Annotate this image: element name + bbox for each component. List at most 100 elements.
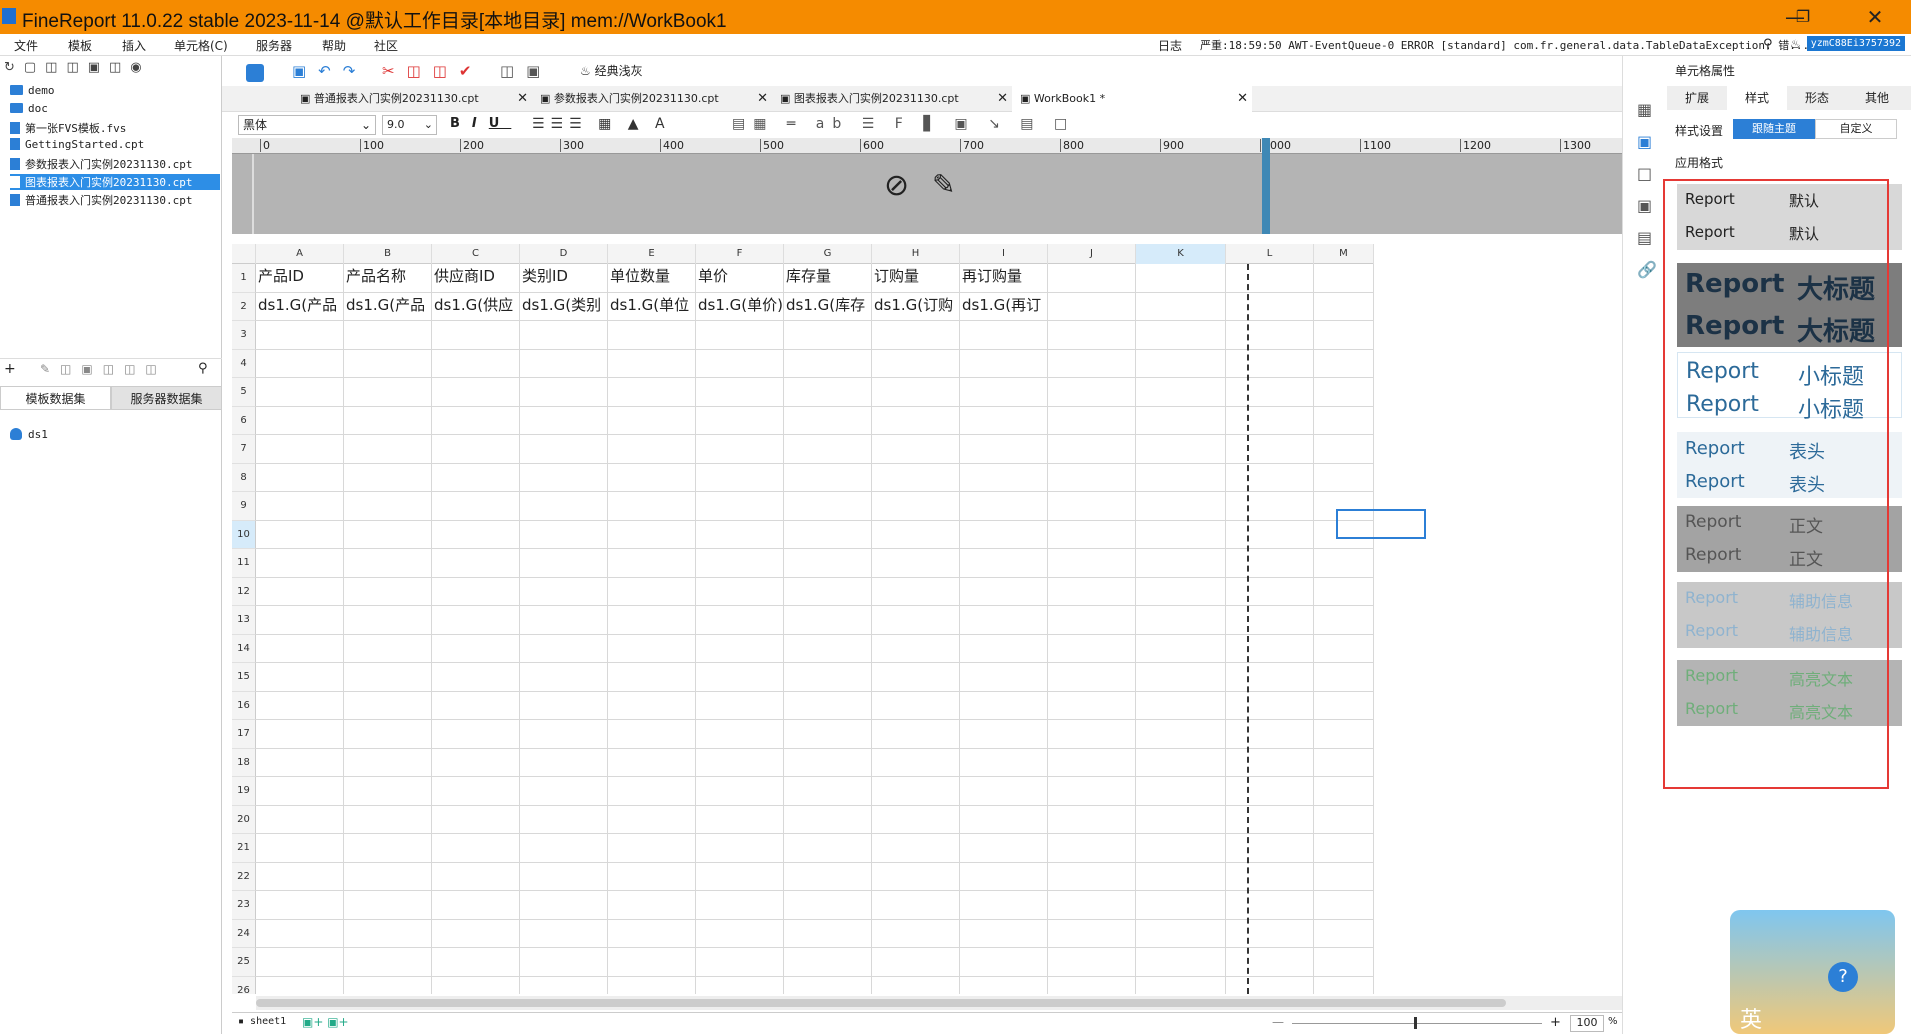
row-header[interactable]: 16 (232, 691, 256, 720)
cell[interactable] (344, 834, 432, 863)
cell[interactable] (256, 349, 344, 378)
cell[interactable] (1136, 919, 1226, 948)
cell[interactable] (608, 492, 696, 521)
cell[interactable] (608, 834, 696, 863)
insert-tools-icon[interactable]: ▤▦ ═ ab ☰ F ▋ ▣ ↘ ▤ □ (732, 116, 1075, 132)
cell[interactable] (696, 834, 784, 863)
cell[interactable] (256, 435, 344, 464)
cell[interactable] (872, 378, 960, 407)
row-header[interactable]: 18 (232, 748, 256, 777)
cell[interactable] (1226, 349, 1314, 378)
cell[interactable] (696, 349, 784, 378)
cell[interactable] (872, 606, 960, 635)
cell[interactable] (1226, 378, 1314, 407)
cell[interactable] (1048, 264, 1136, 293)
cell[interactable] (344, 321, 432, 350)
row-header[interactable]: 19 (232, 777, 256, 806)
cell[interactable] (432, 834, 520, 863)
cell[interactable] (696, 891, 784, 920)
cell[interactable] (1136, 634, 1226, 663)
cell[interactable] (1226, 805, 1314, 834)
assistant-widget[interactable]: ? 英 (1730, 910, 1895, 1034)
cell[interactable] (960, 321, 1048, 350)
cell[interactable] (256, 777, 344, 806)
cell[interactable] (608, 321, 696, 350)
cell[interactable] (1314, 777, 1374, 806)
cell[interactable] (1048, 606, 1136, 635)
row-header[interactable]: 2 (232, 292, 256, 321)
cell[interactable] (1048, 634, 1136, 663)
cell[interactable] (344, 976, 432, 994)
tree-item-demo[interactable]: demo (10, 84, 55, 97)
cell[interactable] (256, 891, 344, 920)
cell[interactable] (608, 520, 696, 549)
zoom-input[interactable]: 100 (1570, 1015, 1604, 1032)
cell[interactable] (872, 406, 960, 435)
cell[interactable]: ds1.G(库存 (784, 292, 872, 321)
cell[interactable]: 再订购量 (960, 264, 1048, 293)
cell[interactable] (1136, 777, 1226, 806)
cell[interactable] (1314, 634, 1374, 663)
cell[interactable] (1136, 862, 1226, 891)
cell[interactable] (1226, 691, 1314, 720)
cell[interactable] (1226, 463, 1314, 492)
zoom-in-icon[interactable]: + (1550, 1015, 1561, 1030)
tab-template-dataset[interactable]: 模板数据集 (0, 386, 111, 410)
cell[interactable] (608, 919, 696, 948)
cell[interactable]: ds1.G(产品 (344, 292, 432, 321)
cell[interactable] (608, 748, 696, 777)
cell[interactable] (872, 919, 960, 948)
panel-switch-icons[interactable]: ▦ ▣ □ ▣ ▤ 🔗 (1637, 94, 1657, 286)
cell[interactable] (872, 463, 960, 492)
restore-button[interactable]: ❐ (1783, 4, 1823, 30)
cell[interactable] (344, 777, 432, 806)
cell[interactable] (1136, 891, 1226, 920)
cell[interactable] (1314, 805, 1374, 834)
cell[interactable] (1048, 976, 1136, 994)
cell[interactable] (344, 919, 432, 948)
cell[interactable] (1314, 919, 1374, 948)
cell[interactable] (256, 406, 344, 435)
cell[interactable] (1048, 378, 1136, 407)
cell[interactable]: 类别ID (520, 264, 608, 293)
tree-item-doc[interactable]: doc (10, 102, 48, 115)
cell[interactable] (432, 435, 520, 464)
cell[interactable] (608, 378, 696, 407)
cell[interactable] (1048, 463, 1136, 492)
cell[interactable] (1136, 663, 1226, 692)
cell[interactable] (872, 349, 960, 378)
cell[interactable] (1314, 748, 1374, 777)
cell[interactable] (1226, 663, 1314, 692)
cell[interactable] (520, 378, 608, 407)
cell[interactable] (1314, 663, 1374, 692)
cell[interactable] (520, 748, 608, 777)
menu-community[interactable]: 社区 (374, 37, 398, 54)
cell[interactable] (696, 862, 784, 891)
tab-server-dataset[interactable]: 服务器数据集 (111, 386, 222, 410)
cell[interactable] (256, 748, 344, 777)
cell[interactable] (784, 321, 872, 350)
cell[interactable] (784, 691, 872, 720)
cell[interactable] (1226, 748, 1314, 777)
cell[interactable] (1048, 406, 1136, 435)
cell[interactable] (432, 663, 520, 692)
cell[interactable] (256, 663, 344, 692)
close-icon[interactable]: ✕ (757, 86, 768, 112)
cell[interactable] (872, 891, 960, 920)
cell[interactable] (872, 748, 960, 777)
cell[interactable] (1314, 378, 1374, 407)
column-header-i[interactable]: I (960, 244, 1048, 264)
cell[interactable] (1136, 492, 1226, 521)
cell[interactable] (696, 606, 784, 635)
dataset-tools-icon[interactable]: ✎◫▣◫◫◫ (40, 362, 167, 376)
cell[interactable] (696, 463, 784, 492)
cell[interactable] (872, 634, 960, 663)
cell[interactable] (1136, 606, 1226, 635)
cell[interactable] (696, 577, 784, 606)
cell[interactable] (960, 349, 1048, 378)
column-header-g[interactable]: G (784, 244, 872, 264)
bell-icon[interactable]: ♨ (1790, 37, 1801, 51)
cell[interactable] (960, 834, 1048, 863)
cell[interactable]: 单价 (696, 264, 784, 293)
tab-other[interactable]: 其他 (1847, 86, 1907, 110)
